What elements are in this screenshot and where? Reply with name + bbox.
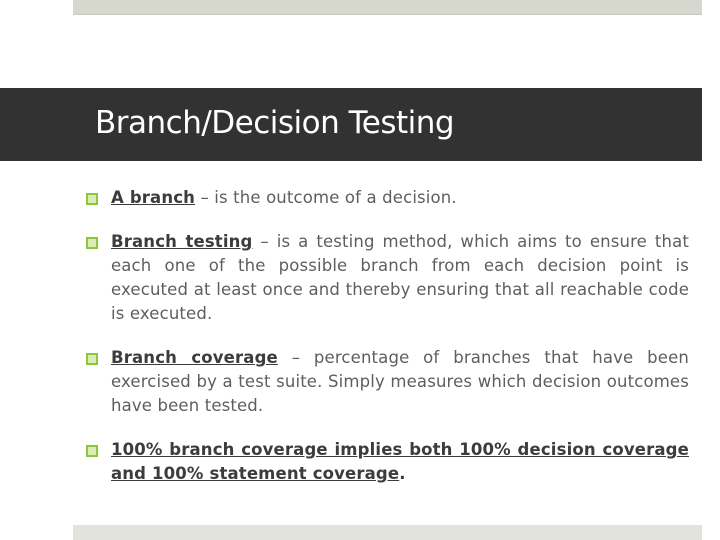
top-decorative-bar xyxy=(73,0,702,15)
bullet-text: – is the outcome of a decision. xyxy=(195,188,457,207)
square-bullet-icon xyxy=(86,193,98,205)
bullet-term: A branch xyxy=(111,188,196,207)
slide-title: Branch/Decision Testing xyxy=(95,105,455,141)
bullet-list: A branch – is the outcome of a decision.… xyxy=(84,186,689,506)
bullet-text: . xyxy=(399,464,406,483)
square-bullet-icon xyxy=(86,445,98,457)
bullet-term: Branch testing xyxy=(111,232,253,251)
bullet-item-full-coverage: 100% branch coverage implies both 100% d… xyxy=(84,438,689,486)
bullet-term: Branch coverage xyxy=(111,348,278,367)
bullet-item-branch-coverage: Branch coverage – percentage of branches… xyxy=(84,346,689,418)
bullet-item-branch: A branch – is the outcome of a decision. xyxy=(84,186,689,210)
square-bullet-icon xyxy=(86,237,98,249)
square-bullet-icon xyxy=(86,353,98,365)
bottom-decorative-bar xyxy=(73,525,702,540)
bullet-item-branch-testing: Branch testing – is a testing method, wh… xyxy=(84,230,689,326)
